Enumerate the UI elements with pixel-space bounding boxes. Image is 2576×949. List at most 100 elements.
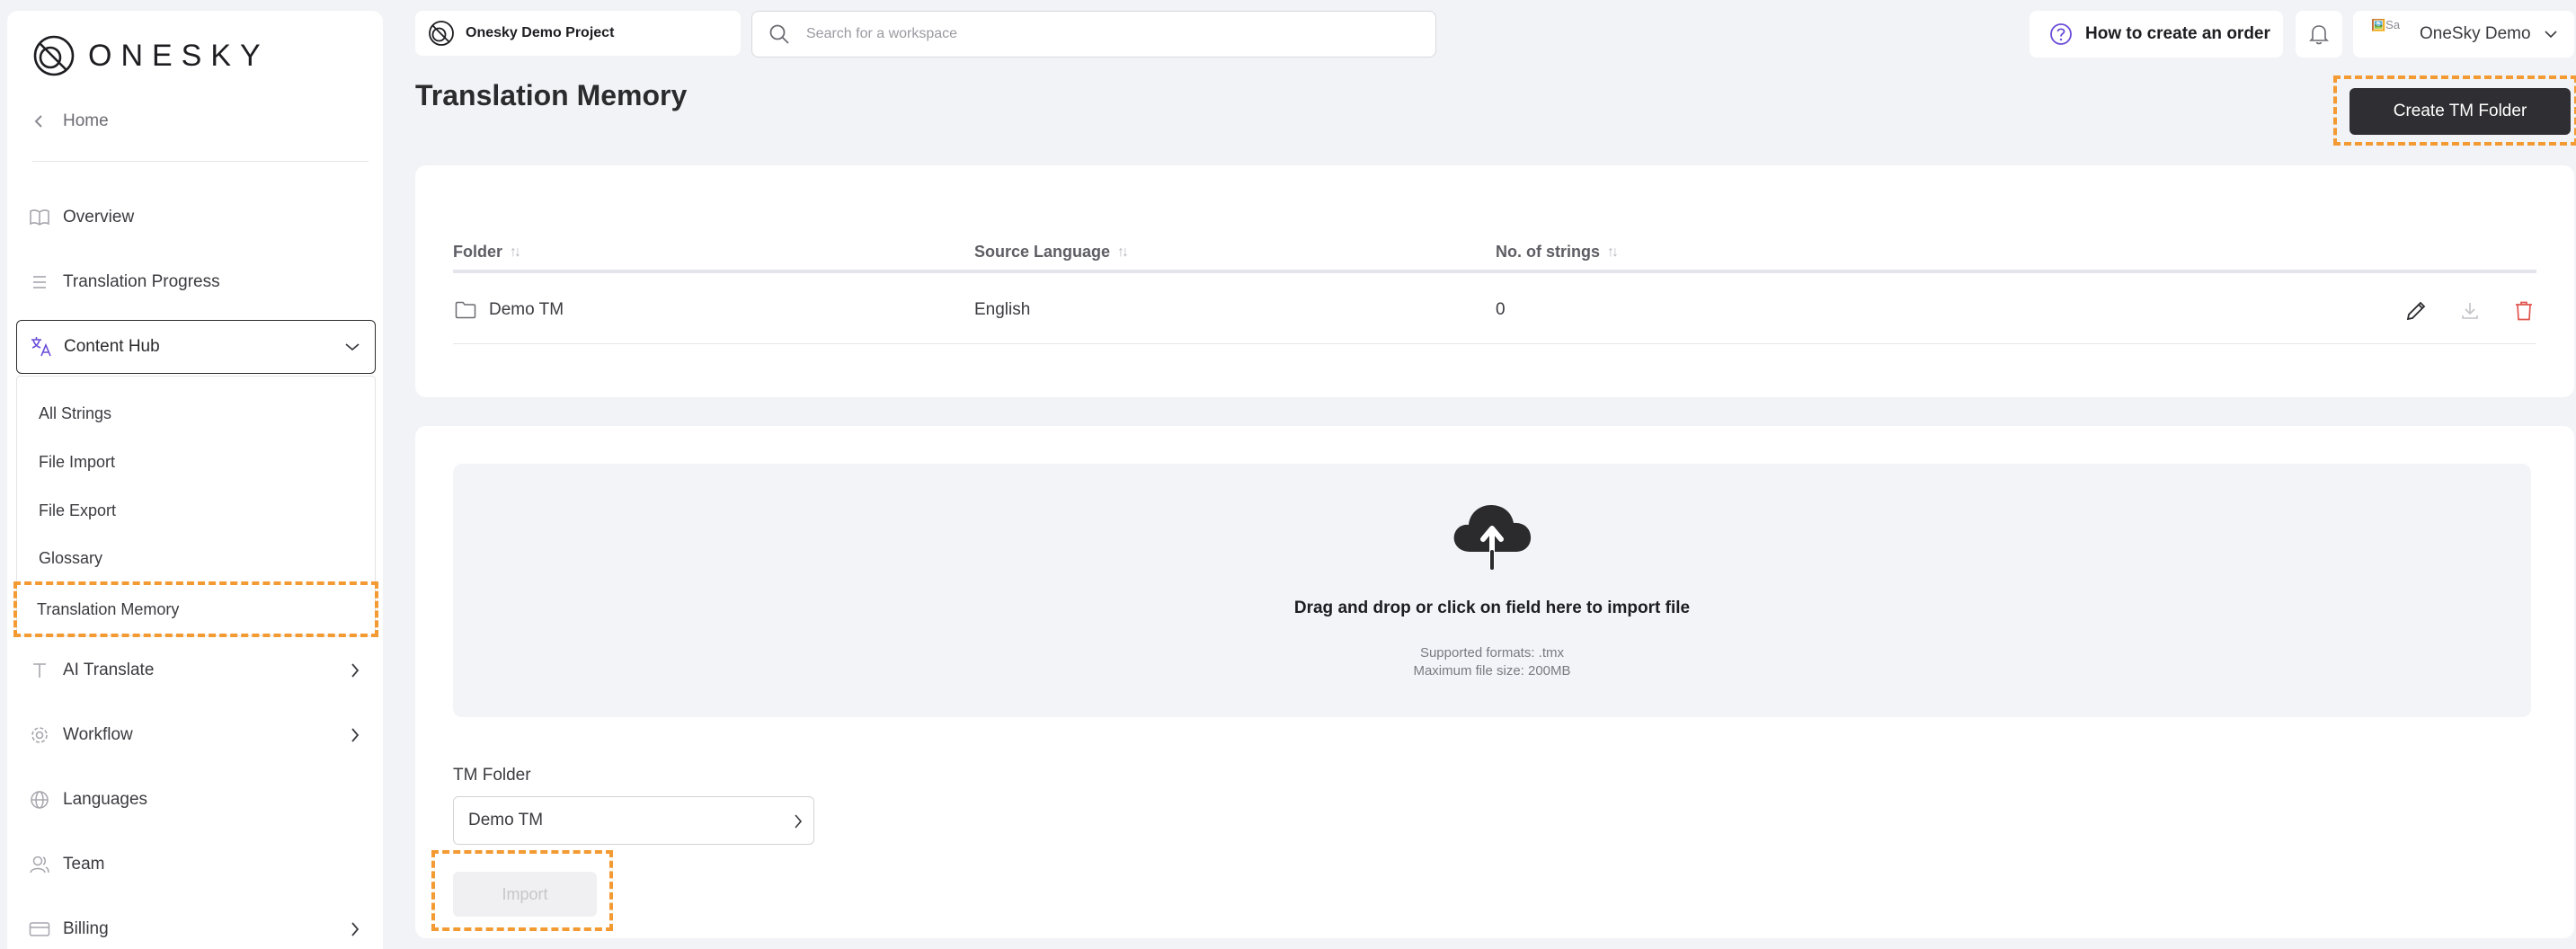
- user-name: OneSky Demo: [2420, 24, 2531, 43]
- sidebar-item-workflow[interactable]: Workflow: [29, 714, 369, 757]
- submenu-item-all-strings[interactable]: All Strings: [17, 391, 375, 436]
- onesky-logo-icon: [33, 35, 75, 76]
- folder-icon: [455, 301, 476, 319]
- sidebar-item-overview[interactable]: Overview: [29, 196, 369, 239]
- sort-icon: ↑↓: [1117, 244, 1129, 260]
- table-header-divider: [453, 270, 2536, 273]
- globe-icon: [29, 789, 50, 811]
- how-to-order-button[interactable]: How to create an order: [2030, 11, 2283, 58]
- sidebar-item-content-hub[interactable]: Content Hub: [16, 320, 376, 374]
- column-header-label: No. of strings: [1496, 243, 1600, 261]
- chevron-right-icon: [351, 922, 360, 936]
- chevron-right-icon: [351, 728, 360, 742]
- sidebar-item-label: Billing: [63, 919, 109, 938]
- sidebar: ONESKY Home Overview Translation Progres…: [7, 11, 383, 949]
- import-button[interactable]: Import: [453, 872, 597, 917]
- back-home-label: Home: [63, 111, 109, 130]
- submenu-item-label: File Export: [39, 501, 117, 519]
- download-button[interactable]: [2456, 297, 2484, 325]
- sidebar-item-label: Workflow: [63, 725, 133, 744]
- table-cell-strings: 0: [1496, 300, 1506, 320]
- tm-folder-select[interactable]: Demo TM: [453, 796, 814, 845]
- submenu-item-label: Translation Memory: [37, 599, 180, 618]
- sidebar-divider: [32, 161, 369, 162]
- chevron-right-icon: [795, 814, 803, 829]
- project-logo-icon: [429, 21, 454, 46]
- trash-icon: [2516, 301, 2532, 321]
- user-menu[interactable]: 🖼️Sa OneSky Demo: [2353, 11, 2574, 58]
- cloud-upload-icon: [1453, 505, 1532, 570]
- dropzone-title: Drag and drop or click on field here to …: [1293, 599, 1691, 617]
- user-icon: [29, 854, 50, 875]
- sidebar-item-label: Overview: [63, 208, 135, 226]
- chevron-left-icon: [34, 115, 42, 128]
- avatar: 🖼️Sa: [2371, 19, 2401, 31]
- create-tm-folder-button[interactable]: Create TM Folder: [2349, 88, 2571, 135]
- help-icon: [2050, 23, 2072, 45]
- sidebar-item-label: Languages: [63, 790, 148, 809]
- tm-folder-label: TM Folder: [453, 766, 531, 785]
- onesky-logo[interactable]: ONESKY: [32, 34, 270, 77]
- column-header-label: Source Language: [974, 243, 1111, 261]
- submenu-item-label: File Import: [39, 452, 116, 471]
- chevron-right-icon: [351, 663, 360, 678]
- sidebar-item-ai-translate[interactable]: AI Translate: [29, 649, 369, 692]
- edit-button[interactable]: [2402, 297, 2430, 325]
- sidebar-item-label: Content Hub: [64, 337, 160, 356]
- sort-icon: ↑↓: [510, 244, 521, 260]
- column-header-source-language[interactable]: Source Language ↑↓: [974, 243, 1129, 262]
- source-language-value: English: [974, 300, 1031, 319]
- max-file-size: Maximum file size: 200MB: [1413, 663, 1571, 678]
- list-icon: [29, 271, 50, 293]
- project-selector[interactable]: Onesky Demo Project: [415, 11, 741, 56]
- download-icon: [2462, 303, 2478, 319]
- delete-button[interactable]: [2509, 297, 2538, 325]
- import-panel: Drag and drop or click on field here to …: [415, 426, 2574, 938]
- workspace-search[interactable]: [751, 11, 1436, 58]
- bell-icon: [2309, 25, 2329, 45]
- sidebar-item-translation-progress[interactable]: Translation Progress: [29, 261, 369, 304]
- file-dropzone[interactable]: Drag and drop or click on field here to …: [453, 464, 2531, 717]
- chevron-down-icon: [2544, 31, 2557, 39]
- submenu-item-glossary[interactable]: Glossary: [17, 536, 375, 581]
- search-icon: [769, 24, 789, 44]
- column-header-folder[interactable]: Folder ↑↓: [453, 243, 521, 262]
- content-hub-submenu: All Strings File Import File Export Glos…: [13, 376, 378, 637]
- column-header-label: Folder: [453, 243, 503, 261]
- submenu-item-file-export[interactable]: File Export: [17, 488, 375, 533]
- submenu-item-translation-memory[interactable]: Translation Memory: [13, 581, 378, 637]
- search-input[interactable]: [806, 26, 1381, 42]
- gear-icon: [29, 724, 50, 746]
- page-title: Translation Memory: [415, 79, 688, 111]
- table-cell-source-language: English: [974, 300, 1030, 320]
- translate-icon: [30, 335, 53, 359]
- chevron-down-icon: [345, 343, 360, 351]
- project-name: Onesky Demo Project: [466, 25, 615, 40]
- folder-name: Demo TM: [489, 300, 564, 319]
- help-label: How to create an order: [2085, 24, 2270, 43]
- card-icon: [29, 918, 50, 940]
- sort-icon: ↑↓: [1607, 244, 1619, 260]
- sidebar-item-label: Team: [63, 855, 105, 874]
- sidebar-item-label: Translation Progress: [63, 272, 220, 291]
- text-icon: [29, 660, 50, 681]
- tm-folder-table: Folder ↑↓ Source Language ↑↓ No. of stri…: [415, 165, 2574, 397]
- table-cell-folder[interactable]: Demo TM: [455, 300, 564, 320]
- sidebar-item-billing[interactable]: Billing: [29, 908, 369, 949]
- logo-wordmark: ONESKY: [88, 38, 270, 73]
- back-to-home-link[interactable]: Home: [34, 111, 109, 131]
- sidebar-item-team[interactable]: Team: [29, 843, 369, 886]
- pencil-icon: [2406, 301, 2426, 321]
- tm-folder-value: Demo TM: [468, 811, 544, 829]
- submenu-item-label: All Strings: [39, 404, 112, 422]
- supported-formats: Supported formats: .tmx: [1419, 645, 1565, 661]
- book-icon: [29, 207, 50, 228]
- notifications-button[interactable]: [2296, 11, 2342, 58]
- sidebar-item-languages[interactable]: Languages: [29, 778, 369, 821]
- submenu-item-label: Glossary: [39, 548, 103, 567]
- table-row-divider: [453, 343, 2536, 344]
- submenu-item-file-import[interactable]: File Import: [17, 439, 375, 484]
- column-header-strings[interactable]: No. of strings ↑↓: [1496, 243, 1619, 262]
- sidebar-item-label: AI Translate: [63, 661, 155, 679]
- strings-count: 0: [1496, 300, 1506, 319]
